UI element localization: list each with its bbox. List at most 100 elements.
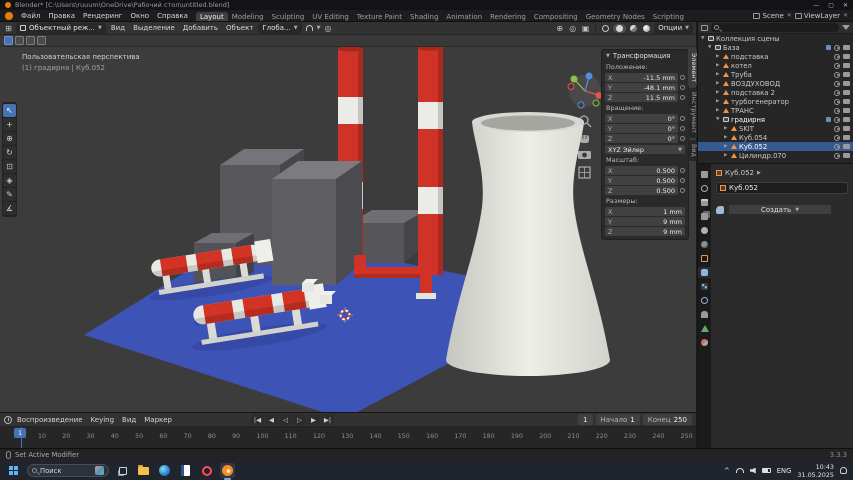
transform-orientation-dropdown[interactable]: Глоба...▼ bbox=[258, 23, 301, 34]
notifications-bell-icon[interactable] bbox=[840, 467, 847, 474]
hide-eye-icon[interactable] bbox=[834, 117, 840, 123]
disable-render-icon[interactable] bbox=[843, 45, 850, 50]
disable-render-icon[interactable] bbox=[843, 99, 850, 104]
number-field[interactable]: X 0° bbox=[605, 114, 678, 123]
disclosure-triangle-icon[interactable]: ▶ bbox=[716, 90, 721, 95]
overlays-toggle-icon[interactable]: ◎ bbox=[567, 23, 578, 34]
menu-help[interactable]: Справка bbox=[153, 12, 192, 20]
rotation-mode-dropdown[interactable]: XYZ Эйлер▼ bbox=[605, 145, 685, 154]
number-field[interactable]: Z 11.5 mm bbox=[605, 93, 678, 102]
outliner-row-object[interactable]: ▶ турбогенератор bbox=[698, 97, 853, 106]
hide-eye-icon[interactable] bbox=[834, 99, 840, 105]
workspace-tab-shading[interactable]: Shading bbox=[406, 12, 442, 22]
hide-eye-icon[interactable] bbox=[834, 144, 840, 150]
hide-eye-icon[interactable] bbox=[834, 108, 840, 114]
properties-tab-physics[interactable] bbox=[698, 295, 711, 306]
hide-eye-icon[interactable] bbox=[834, 63, 840, 69]
prev-keyframe-button[interactable]: ◀ bbox=[265, 414, 278, 425]
editor-type-button[interactable]: ⊞ bbox=[3, 23, 14, 34]
sidebar-tab-view[interactable]: Вид bbox=[688, 140, 697, 161]
number-field[interactable]: Y 0.500 bbox=[605, 176, 678, 185]
rotate-tool[interactable]: ↻ bbox=[3, 146, 16, 159]
mode-dropdown[interactable]: Объектный реж...▼ bbox=[16, 23, 106, 34]
menu-playback[interactable]: Воспроизведение bbox=[14, 416, 86, 424]
hide-eye-icon[interactable] bbox=[834, 81, 840, 87]
disclosure-triangle-icon[interactable]: ▶ bbox=[724, 153, 729, 158]
hide-eye-icon[interactable] bbox=[834, 54, 840, 60]
play-reverse-button[interactable]: ◁ bbox=[279, 414, 292, 425]
measure-tool[interactable]: ∡ bbox=[3, 202, 16, 215]
exclude-checkbox[interactable] bbox=[826, 117, 831, 122]
shading-solid-icon[interactable] bbox=[613, 24, 626, 33]
disclosure-triangle-icon[interactable]: ▶ bbox=[724, 144, 729, 149]
start-button[interactable] bbox=[6, 463, 21, 478]
select-mode-invert-icon[interactable] bbox=[37, 36, 46, 45]
move-tool[interactable]: ⊕ bbox=[3, 132, 16, 145]
document-app-button[interactable] bbox=[178, 463, 193, 478]
workspace-tab-layout[interactable]: Layout bbox=[196, 12, 228, 22]
menu-add[interactable]: Добавить bbox=[180, 24, 221, 32]
blender-app-button[interactable] bbox=[220, 463, 235, 478]
smokestack-right[interactable] bbox=[418, 47, 443, 275]
menu-keying[interactable]: Keying bbox=[88, 416, 118, 424]
number-field[interactable]: Y -48.1 mm bbox=[605, 83, 678, 92]
outliner-row-object[interactable]: ▶ Труба bbox=[698, 70, 853, 79]
workspace-tab-scripting[interactable]: Scripting bbox=[649, 12, 688, 22]
panel-collapse-icon[interactable]: ▼ bbox=[606, 53, 610, 59]
sidebar-tab-item[interactable]: Элемент bbox=[688, 49, 697, 86]
menu-render[interactable]: Рендеринг bbox=[79, 12, 127, 20]
properties-tab-particles[interactable] bbox=[698, 281, 711, 292]
sidebar-tab-tool[interactable]: Инструмент bbox=[688, 88, 697, 137]
clock[interactable]: 10:43 31.05.2025 bbox=[797, 463, 834, 479]
hide-eye-icon[interactable] bbox=[834, 90, 840, 96]
outliner-row-object[interactable]: ▶ котел bbox=[698, 61, 853, 70]
3d-viewport[interactable]: Пользовательская перспектива (1) градирн… bbox=[0, 47, 696, 412]
select-mode-subtract-icon[interactable] bbox=[26, 36, 35, 45]
timeline-ruler[interactable]: 1020304050607080901001101201301401501601… bbox=[0, 427, 696, 448]
language-indicator[interactable]: ENG bbox=[777, 467, 792, 475]
xray-toggle-icon[interactable]: ▣ bbox=[580, 23, 591, 34]
outliner-row-object[interactable]: ▶ Цилиндр.070 bbox=[698, 151, 853, 160]
options-dropdown[interactable]: Опции▼ bbox=[654, 23, 693, 34]
outliner-row-collection[interactable]: ▼ градирня bbox=[698, 115, 853, 124]
jump-to-start-button[interactable]: |◀ bbox=[251, 414, 264, 425]
properties-tab-object-data[interactable] bbox=[698, 323, 711, 334]
viewlayer-unlink-icon[interactable]: ✕ bbox=[842, 12, 849, 19]
menu-object[interactable]: Объект bbox=[223, 24, 256, 32]
disclosure-triangle-icon[interactable]: ▶ bbox=[724, 135, 729, 140]
next-keyframe-button[interactable]: ▶ bbox=[307, 414, 320, 425]
outliner-row-object[interactable]: ▶ ТРАНС bbox=[698, 106, 853, 115]
scene-unlink-icon[interactable]: ✕ bbox=[786, 12, 793, 19]
workspace-tab-animation[interactable]: Animation bbox=[442, 12, 486, 22]
lock-icon[interactable] bbox=[680, 168, 685, 173]
wifi-icon[interactable] bbox=[736, 468, 744, 473]
proportional-editing-icon[interactable]: ◎ bbox=[322, 23, 333, 34]
disclosure-triangle-icon[interactable]: ▶ bbox=[716, 54, 721, 59]
disable-render-icon[interactable] bbox=[843, 126, 850, 131]
transform-tool[interactable]: ◈ bbox=[3, 174, 16, 187]
disable-render-icon[interactable] bbox=[843, 63, 850, 68]
edge-browser-button[interactable] bbox=[157, 463, 172, 478]
outliner-row-collection[interactable]: ▼ База bbox=[698, 43, 853, 52]
menu-file[interactable]: Файл bbox=[17, 12, 44, 20]
disclosure-triangle-icon[interactable]: ▶ bbox=[716, 81, 721, 86]
hide-eye-icon[interactable] bbox=[834, 135, 840, 141]
outliner-search-input[interactable] bbox=[711, 23, 839, 32]
disclosure-triangle-icon[interactable]: ▼ bbox=[708, 45, 713, 50]
minimize-button[interactable]: — bbox=[813, 2, 819, 9]
menu-edit[interactable]: Правка bbox=[44, 12, 79, 20]
disable-render-icon[interactable] bbox=[843, 108, 850, 113]
exclude-checkbox[interactable] bbox=[826, 45, 831, 50]
file-explorer-button[interactable] bbox=[136, 463, 151, 478]
outliner-row-active-object[interactable]: ▶ Куб.052 bbox=[698, 142, 853, 151]
select-mode-extend-icon[interactable] bbox=[15, 36, 24, 45]
lock-icon[interactable] bbox=[680, 126, 685, 131]
properties-tab-world[interactable] bbox=[698, 239, 711, 250]
outliner-row-object[interactable]: ▶ подставка 2 bbox=[698, 88, 853, 97]
number-field[interactable]: Z 0.500 bbox=[605, 186, 678, 195]
outliner-row-object[interactable]: ▶ ВОЗДУХОВОД bbox=[698, 79, 853, 88]
play-button[interactable]: ▷ bbox=[293, 414, 306, 425]
tray-chevron-icon[interactable]: ^ bbox=[724, 467, 730, 475]
disclosure-triangle-icon[interactable]: ▶ bbox=[716, 63, 721, 68]
menu-marker[interactable]: Маркер bbox=[141, 416, 175, 424]
